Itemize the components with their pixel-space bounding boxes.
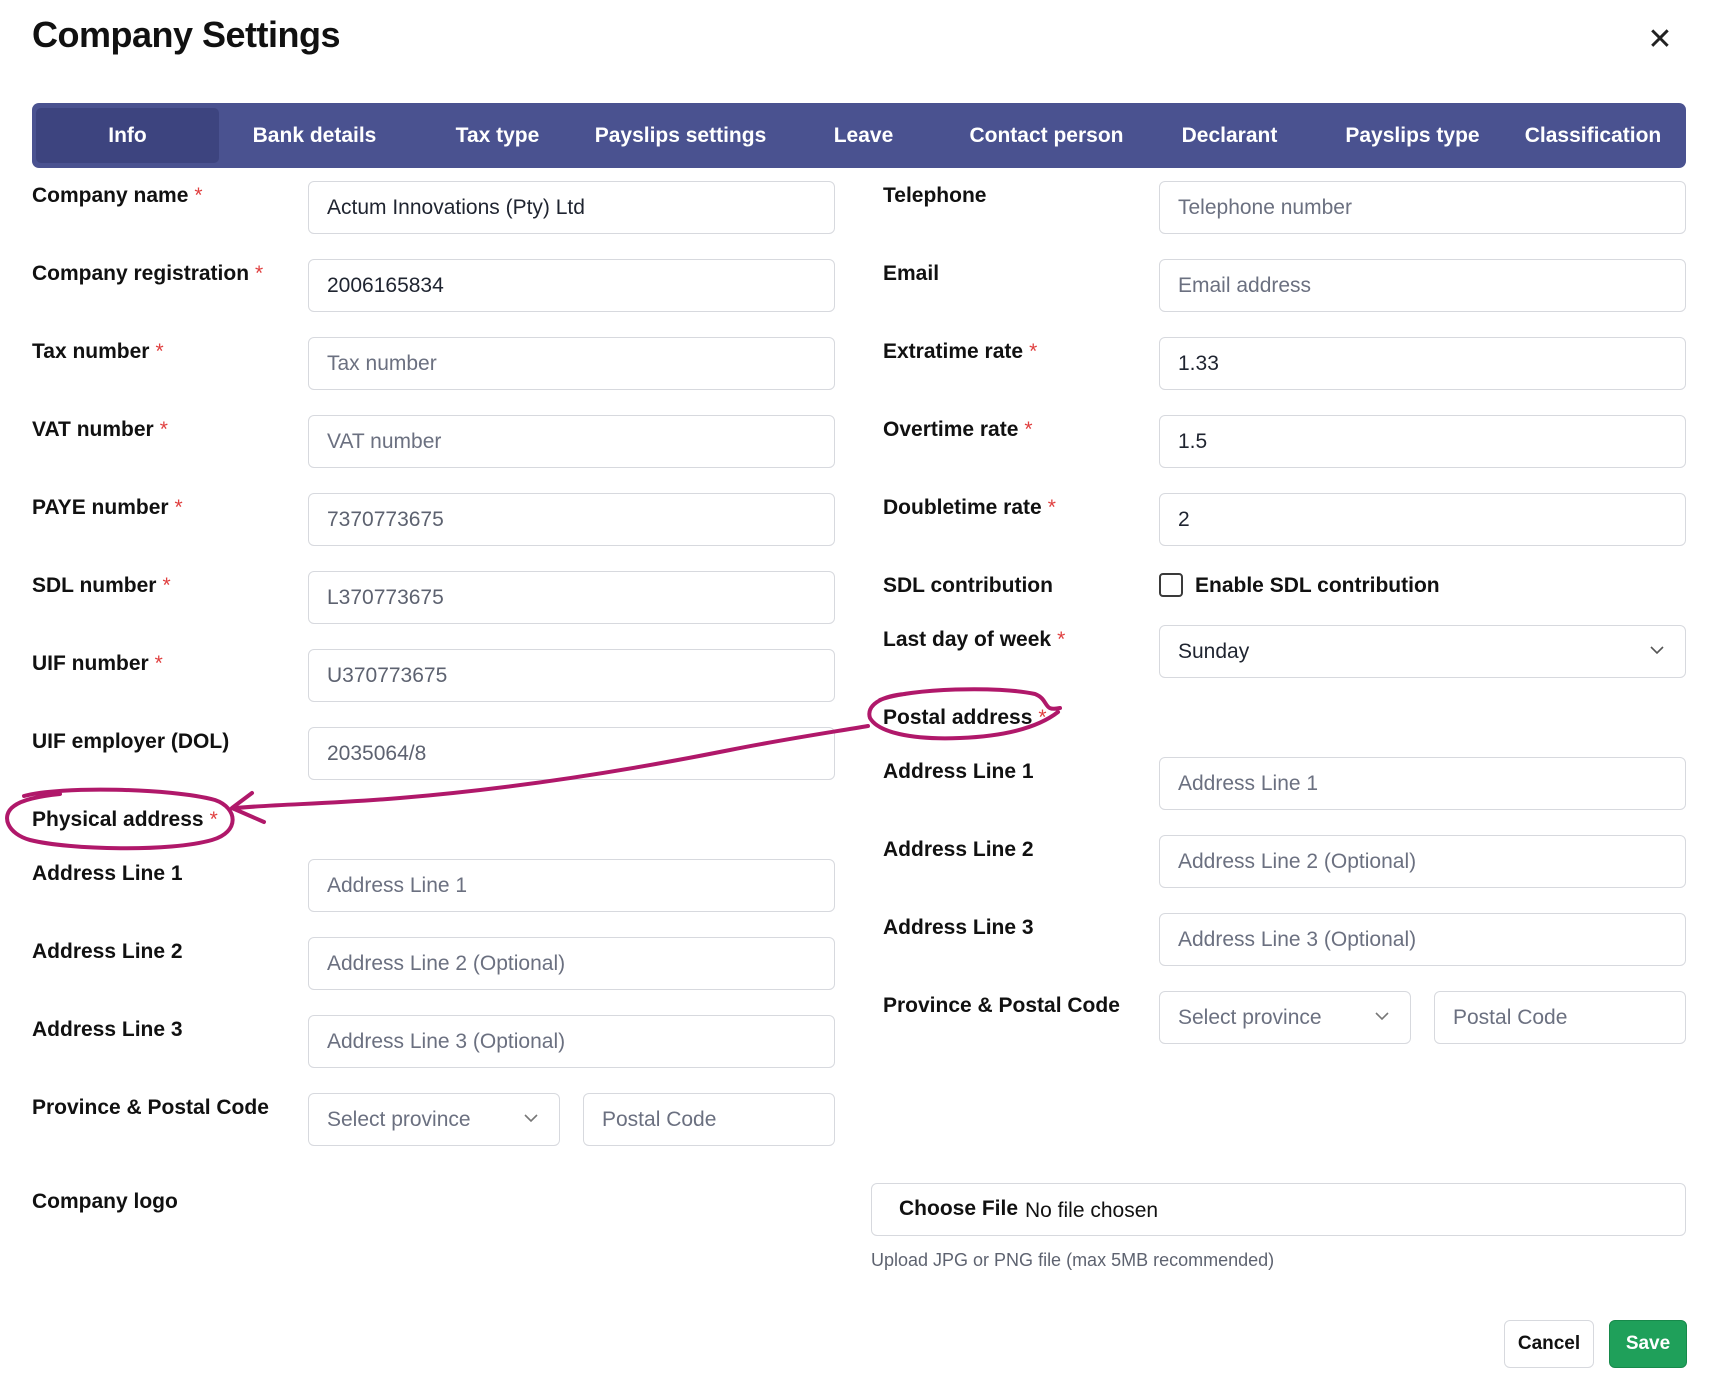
postal-province-select[interactable]: Select province xyxy=(1159,991,1411,1044)
postal-province-select-value: Select province xyxy=(1178,1006,1322,1029)
last-day-of-week-label: Last day of week * xyxy=(883,628,1066,651)
paye-number-input[interactable]: 7370773675 xyxy=(308,493,835,546)
physical-postal-code-input[interactable]: Postal Code xyxy=(583,1093,835,1146)
uif-employer-label: UIF employer (DOL) xyxy=(32,730,230,753)
doubletime-rate-input[interactable]: 2 xyxy=(1159,493,1686,546)
postal-postal-code-input[interactable]: Postal Code xyxy=(1434,991,1686,1044)
uif-number-input[interactable]: U370773675 xyxy=(308,649,835,702)
physical-address-line3-input[interactable]: Address Line 3 (Optional) xyxy=(308,1015,835,1068)
cancel-button[interactable]: Cancel xyxy=(1504,1320,1594,1368)
company-name-input[interactable]: Actum Innovations (Pty) Ltd xyxy=(308,181,835,234)
postal-address-line3-input[interactable]: Address Line 3 (Optional) xyxy=(1159,913,1686,966)
chevron-down-icon xyxy=(1375,1012,1389,1021)
file-upload-hint: Upload JPG or PNG file (max 5MB recommen… xyxy=(871,1250,1275,1270)
physical-province-select[interactable]: Select province xyxy=(308,1093,560,1146)
uif-number-label: UIF number * xyxy=(32,652,163,675)
paye-number-label: PAYE number * xyxy=(32,496,183,519)
tab-leave[interactable]: Leave xyxy=(772,108,955,163)
email-label: Email xyxy=(883,262,940,285)
company-logo-label: Company logo xyxy=(32,1190,178,1213)
extratime-rate-input[interactable]: 1.33 xyxy=(1159,337,1686,390)
physical-address-line1-label: Address Line 1 xyxy=(32,862,183,885)
save-button[interactable]: Save xyxy=(1609,1320,1687,1368)
tax-number-input[interactable]: Tax number xyxy=(308,337,835,390)
physical-address-line2-label: Address Line 2 xyxy=(32,940,183,963)
physical-address-line1-input[interactable]: Address Line 1 xyxy=(308,859,835,912)
chevron-down-icon xyxy=(524,1114,538,1123)
sdl-contribution-label: SDL contribution xyxy=(883,574,1053,597)
company-name-label: Company name * xyxy=(32,184,203,207)
sdl-contribution-checkbox[interactable] xyxy=(1159,573,1183,597)
last-day-of-week-select[interactable]: Sunday xyxy=(1159,625,1686,678)
sdl-number-label: SDL number * xyxy=(32,574,171,597)
postal-address-line2-label: Address Line 2 xyxy=(883,838,1034,861)
postal-address-line2-input[interactable]: Address Line 2 (Optional) xyxy=(1159,835,1686,888)
sdl-number-input[interactable]: L370773675 xyxy=(308,571,835,624)
physical-address-line2-input[interactable]: Address Line 2 (Optional) xyxy=(308,937,835,990)
company-settings-modal: Company Settings ✕ Info Bank details Tax… xyxy=(4,0,1711,1395)
postal-address-line3-label: Address Line 3 xyxy=(883,916,1034,939)
company-registration-input[interactable]: 2006165834 xyxy=(308,259,835,312)
tab-payslips-settings[interactable]: Payslips settings xyxy=(589,108,772,163)
last-day-of-week-value: Sunday xyxy=(1178,640,1250,663)
vat-number-label: VAT number * xyxy=(32,418,168,441)
company-logo-file-input[interactable]: Choose File No file chosen xyxy=(871,1183,1686,1236)
overtime-rate-input[interactable]: 1.5 xyxy=(1159,415,1686,468)
email-input[interactable]: Email address xyxy=(1159,259,1686,312)
company-registration-label: Company registration * xyxy=(32,262,264,285)
overtime-rate-label: Overtime rate * xyxy=(883,418,1033,441)
page-title: Company Settings xyxy=(32,14,341,55)
tab-bank-details[interactable]: Bank details xyxy=(223,108,406,163)
telephone-input[interactable]: Telephone number xyxy=(1159,181,1686,234)
physical-province-select-value: Select province xyxy=(327,1108,471,1131)
physical-address-heading: Physical address * xyxy=(32,808,218,831)
tab-payslips-type[interactable]: Payslips type xyxy=(1321,108,1504,163)
tab-classification[interactable]: Classification xyxy=(1504,108,1682,163)
sdl-contribution-checkbox-label[interactable]: Enable SDL contribution xyxy=(1195,574,1440,598)
chevron-down-icon xyxy=(1650,646,1664,655)
file-status: No file chosen xyxy=(1025,1199,1159,1222)
postal-province-postal-label: Province & Postal Code xyxy=(883,994,1120,1017)
physical-address-line3-label: Address Line 3 xyxy=(32,1018,183,1041)
vat-number-input[interactable]: VAT number xyxy=(308,415,835,468)
telephone-label: Telephone xyxy=(883,184,987,207)
doubletime-rate-label: Doubletime rate * xyxy=(883,496,1056,519)
tab-info[interactable]: Info xyxy=(36,108,219,163)
postal-address-heading: Postal address * xyxy=(883,706,1047,729)
tab-contact-person[interactable]: Contact person xyxy=(955,108,1138,163)
tax-number-label: Tax number * xyxy=(32,340,164,363)
postal-address-line1-input[interactable]: Address Line 1 xyxy=(1159,757,1686,810)
tab-declarant[interactable]: Declarant xyxy=(1138,108,1321,163)
uif-employer-input[interactable]: 2035064/8 xyxy=(308,727,835,780)
extratime-rate-label: Extratime rate * xyxy=(883,340,1038,363)
postal-address-line1-label: Address Line 1 xyxy=(883,760,1034,783)
physical-province-postal-label: Province & Postal Code xyxy=(32,1096,269,1119)
tab-bar: Info Bank details Tax type Payslips sett… xyxy=(32,103,1686,168)
choose-file-button[interactable]: Choose File xyxy=(899,1197,1018,1221)
tab-tax-type[interactable]: Tax type xyxy=(406,108,589,163)
close-icon[interactable]: ✕ xyxy=(1642,22,1678,58)
